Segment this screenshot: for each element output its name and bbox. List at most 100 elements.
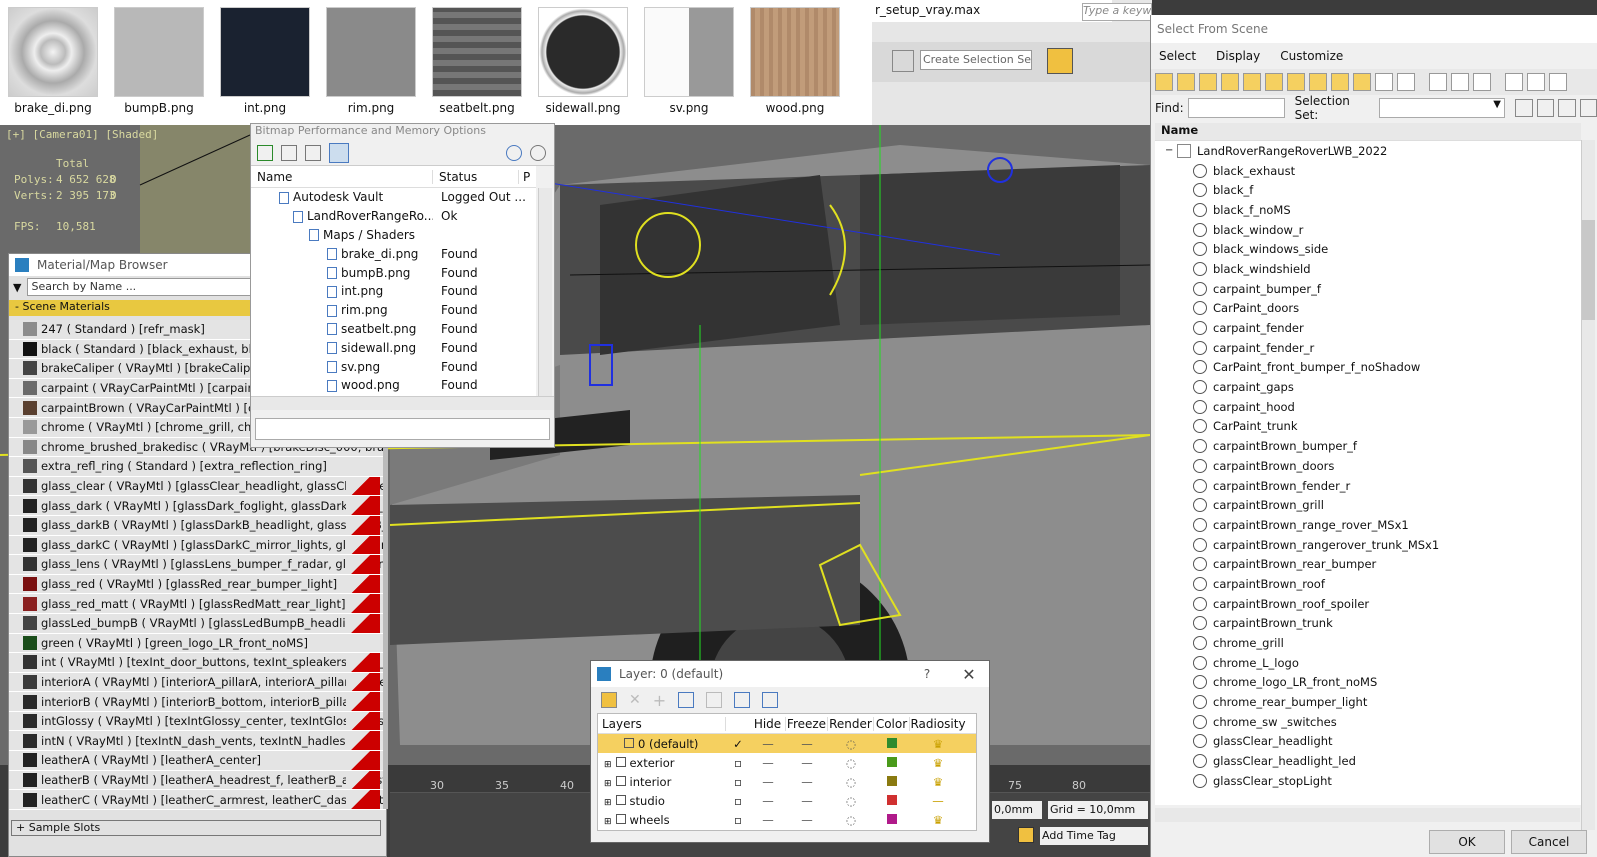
render-teapot-icon[interactable]: ◌	[828, 775, 874, 789]
thumbnail-seatbelt[interactable]: seatbelt.png	[424, 0, 530, 125]
radiosity-icon[interactable]: ♛	[910, 775, 966, 789]
freeze-all-icon[interactable]	[762, 692, 779, 708]
layer-row[interactable]: ⊞ exterior ▫ — — ◌ ♛	[598, 753, 976, 772]
col-radiosity[interactable]: Radiosity	[910, 717, 966, 731]
scene-object-item[interactable]: carpaintBrown_range_rover_MSx1	[1155, 515, 1581, 535]
material-item[interactable]: glass_darkB ( VRayMtl ) [glassDarkB_head…	[9, 515, 386, 536]
material-item[interactable]: glass_darkC ( VRayMtl ) [glassDarkC_mirr…	[9, 535, 386, 556]
add-time-tag[interactable]: Add Time Tag	[1040, 827, 1148, 845]
coord-field[interactable]: 0,0mm	[992, 801, 1042, 819]
hide-toggle[interactable]: —	[750, 756, 786, 770]
expand-icon[interactable]: ⊞	[604, 798, 612, 808]
material-item[interactable]: leatherA ( VRayMtl ) [leatherA_center]	[9, 751, 386, 771]
filter-icon[interactable]	[1505, 73, 1523, 91]
display-groups-icon[interactable]	[1287, 73, 1305, 91]
asset-menu[interactable]: Bitmap Performance and Memory Options	[251, 124, 554, 140]
scene-object-item[interactable]: chrome_L_logo	[1155, 653, 1581, 673]
scene-object-item[interactable]: carpaintBrown_fender_r	[1155, 476, 1581, 496]
scene-object-item[interactable]: black_windows_side	[1155, 239, 1581, 259]
display-none-icon[interactable]	[1451, 73, 1469, 91]
scene-object-item[interactable]: chrome_logo_LR_front_noMS	[1155, 673, 1581, 693]
scene-object-item[interactable]: carpaint_fender	[1155, 318, 1581, 338]
display-frozen-icon[interactable]	[1375, 73, 1393, 91]
material-item[interactable]: glassLed_bumpB ( VRayMtl ) [glassLedBump…	[9, 613, 386, 634]
scene-col-name[interactable]: Name	[1155, 123, 1581, 141]
col-name[interactable]: Name	[251, 169, 433, 184]
named-selection-icon[interactable]	[892, 50, 914, 72]
scene-object-item[interactable]: black_windshield	[1155, 259, 1581, 279]
scene-object-item[interactable]: carpaintBrown_bumper_f	[1155, 436, 1581, 456]
asset-row[interactable]: int.png Found	[251, 282, 536, 301]
set-current-box[interactable]: ▫	[726, 813, 750, 827]
layer-help-button[interactable]: ?	[905, 667, 949, 681]
scene-object-item[interactable]: carpaintBrown_rangerover_trunk_MSx1	[1155, 535, 1581, 555]
list-view-icon[interactable]	[281, 144, 297, 161]
thumbnail-bumpb[interactable]: bumpB.png	[106, 0, 212, 125]
render-teapot-icon[interactable]: ◌	[828, 756, 874, 770]
layer-row[interactable]: ⊞ interior ▫ — — ◌ ♛	[598, 772, 976, 791]
material-item[interactable]: glass_lens ( VRayMtl ) [glassLens_bumper…	[9, 555, 386, 575]
menu-display[interactable]: Display	[1216, 49, 1260, 63]
asset-row[interactable]: wood.png Found	[251, 376, 536, 395]
vault-icon[interactable]	[506, 144, 522, 161]
scene-object-item[interactable]: carpaintBrown_roof	[1155, 574, 1581, 594]
time-tag-icon[interactable]	[1018, 827, 1034, 843]
asset-row[interactable]: sidewall.png Found	[251, 338, 536, 357]
asset-row[interactable]: Maps / Shaders	[251, 226, 536, 245]
layer-color-swatch[interactable]	[887, 813, 897, 824]
menu-customize[interactable]: Customize	[1280, 49, 1343, 63]
asset-row[interactable]: LandRoverRangeRo... Ok	[251, 207, 536, 226]
collapse-icon[interactable]: −	[1165, 145, 1173, 156]
material-item[interactable]: int ( VRayMtl ) [texInt_door_buttons, te…	[9, 653, 386, 673]
scene-object-item[interactable]: carpaintBrown_trunk	[1155, 614, 1581, 634]
add-selection-set-icon[interactable]	[1515, 99, 1533, 117]
layer-color-swatch[interactable]	[887, 775, 897, 786]
col-color[interactable]: Color	[874, 716, 910, 731]
search-input[interactable]: Type a keyword or phrase	[1082, 3, 1152, 21]
display-invert-icon[interactable]	[1473, 73, 1491, 91]
hide-all-icon[interactable]	[734, 692, 751, 708]
menu-select[interactable]: Select	[1159, 49, 1196, 63]
select-objects-icon[interactable]	[678, 692, 695, 708]
col-status[interactable]: Status	[433, 169, 519, 184]
asset-hscroll[interactable]	[251, 396, 554, 410]
help-icon[interactable]	[530, 144, 546, 161]
display-xrefs-icon[interactable]	[1309, 73, 1327, 91]
filter-settings-icon[interactable]	[1527, 73, 1545, 91]
viewport-label[interactable]: [+] [Camera01] [Shaded]	[6, 128, 158, 141]
radiosity-icon[interactable]: ♛	[910, 737, 966, 751]
thumbnail-rim[interactable]: rim.png	[318, 0, 424, 125]
scene-object-item[interactable]: carpaintBrown_roof_spoiler	[1155, 594, 1581, 614]
scene-object-item[interactable]: glassClear_headlight_led	[1155, 751, 1581, 771]
scene-object-item[interactable]: carpaint_fender_r	[1155, 338, 1581, 358]
display-containers-icon[interactable]	[1353, 73, 1371, 91]
cancel-button[interactable]: Cancel	[1511, 830, 1587, 854]
thumbnail-sv[interactable]: sv.png	[636, 0, 742, 125]
material-item[interactable]: glass_dark ( VRayMtl ) [glassDark_foglig…	[9, 496, 386, 516]
display-helpers-icon[interactable]	[1243, 73, 1261, 91]
col-layers[interactable]: Layers	[598, 716, 726, 731]
asset-row[interactable]: seatbelt.png Found	[251, 320, 536, 339]
expand-icon[interactable]: ⊞	[604, 779, 612, 789]
freeze-toggle[interactable]: —	[786, 794, 828, 808]
sample-slots-header[interactable]: + Sample Slots	[11, 820, 381, 836]
asset-row[interactable]: bumpB.png Found	[251, 263, 536, 282]
scene-object-item[interactable]: chrome_rear_bumper_light	[1155, 692, 1581, 712]
asset-row[interactable]: rim.png Found	[251, 301, 536, 320]
close-icon[interactable]: ✕	[949, 665, 989, 684]
asset-row[interactable]: brake_di.png Found	[251, 244, 536, 263]
scene-object-item[interactable]: CarPaint_trunk	[1155, 417, 1581, 437]
asset-vscroll[interactable]	[538, 188, 552, 396]
highlight-icon[interactable]	[706, 692, 723, 708]
material-item[interactable]: extra_refl_ring ( Standard ) [extra_refl…	[9, 457, 386, 477]
display-cameras-icon[interactable]	[1221, 73, 1239, 91]
hide-toggle[interactable]: —	[750, 813, 786, 827]
scene-object-item[interactable]: carpaint_bumper_f	[1155, 279, 1581, 299]
ok-button[interactable]: OK	[1429, 830, 1505, 854]
scene-object-item[interactable]: black_window_r	[1155, 220, 1581, 240]
options-dropdown-icon[interactable]: ▼	[13, 281, 21, 294]
scene-object-item[interactable]: black_f_noMS	[1155, 200, 1581, 220]
layer-row[interactable]: ⊞ wheels ▫ — — ◌ ♛	[598, 810, 976, 829]
scene-object-item[interactable]: carpaintBrown_grill	[1155, 495, 1581, 515]
display-warps-icon[interactable]	[1265, 73, 1283, 91]
